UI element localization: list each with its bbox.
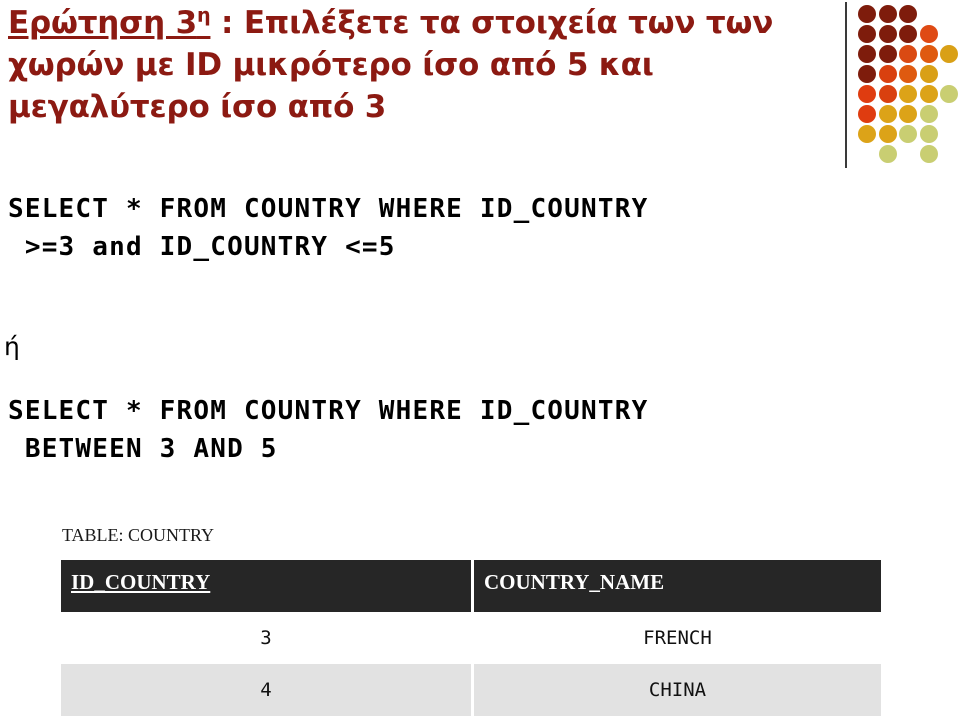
- dot-r5c2: [899, 105, 917, 123]
- vertical-divider: [845, 2, 847, 168]
- dot-r6c3: [919, 125, 938, 143]
- dot-r4c4: [940, 85, 958, 103]
- column-header-id-country[interactable]: ID_COUNTRY: [61, 560, 471, 612]
- alternative-conjunction: ή: [4, 332, 20, 361]
- dot-r1c3: [919, 25, 938, 43]
- dot-r4c3: [919, 85, 938, 103]
- dot-r4c0: [858, 85, 876, 103]
- country-table: ID_COUNTRY COUNTRY_NAME 3 FRENCH 4 CHINA: [58, 560, 884, 716]
- table-body: 3 FRENCH 4 CHINA: [61, 612, 881, 716]
- question-ordinal-superscript: η: [196, 3, 211, 27]
- column-header-country-name-label: COUNTRY_NAME: [484, 570, 665, 594]
- dot-r1c1: [878, 25, 897, 43]
- table-caption: TABLE: COUNTRY: [62, 525, 215, 545]
- dot-r4c2: [899, 85, 917, 103]
- sql-statement-alternative: SELECT * FROM COUNTRY WHERE ID_COUNTRY B…: [8, 396, 649, 464]
- question-label-text: Ερώτηση 3: [8, 5, 197, 41]
- dot-r7c1: [878, 145, 897, 163]
- table-header-row: ID_COUNTRY COUNTRY_NAME: [61, 560, 881, 612]
- dot-r1c0: [858, 25, 876, 43]
- dot-r6c1: [878, 125, 897, 143]
- decorative-dot-grid: [858, 5, 958, 163]
- table-row: 3 FRENCH: [61, 612, 881, 664]
- dot-r2c2: [899, 45, 917, 63]
- dot-r5c3: [919, 105, 938, 123]
- dot-r2c3: [919, 45, 938, 63]
- dot-r2c1: [878, 45, 897, 63]
- cell-country-name: FRENCH: [474, 612, 881, 664]
- dot-r0c0: [858, 5, 876, 23]
- dot-r5c0: [858, 105, 876, 123]
- dot-r0c1: [878, 5, 897, 23]
- dot-r4c1: [878, 85, 897, 103]
- question-label-underlined: Ερώτηση 3η: [8, 3, 211, 41]
- dot-r2c0: [858, 45, 876, 63]
- dot-r2c4: [940, 45, 958, 63]
- dot-r6c2: [899, 125, 917, 143]
- dot-r7c3: [919, 145, 938, 163]
- column-header-id-country-label: ID_COUNTRY: [71, 570, 211, 594]
- sql-statement-primary: SELECT * FROM COUNTRY WHERE ID_COUNTRY >…: [8, 194, 649, 262]
- dot-r3c1: [878, 65, 897, 83]
- column-header-country-name[interactable]: COUNTRY_NAME: [474, 560, 881, 612]
- dot-r3c0: [858, 65, 876, 83]
- table-row: 4 CHINA: [61, 664, 881, 716]
- cell-id-country: 4: [61, 664, 471, 716]
- title-separator: :: [210, 5, 244, 41]
- page-title: Ερώτηση 3η : Επιλέξετε τα στοιχεία των τ…: [8, 2, 838, 128]
- cell-country-name: CHINA: [474, 664, 881, 716]
- dot-r3c3: [919, 65, 938, 83]
- dot-r0c2: [899, 5, 917, 23]
- cell-id-country: 3: [61, 612, 471, 664]
- dot-r3c2: [899, 65, 917, 83]
- table-header: ID_COUNTRY COUNTRY_NAME: [61, 560, 881, 612]
- dot-r5c1: [878, 105, 897, 123]
- dot-r1c2: [899, 25, 917, 43]
- dot-r6c0: [858, 125, 876, 143]
